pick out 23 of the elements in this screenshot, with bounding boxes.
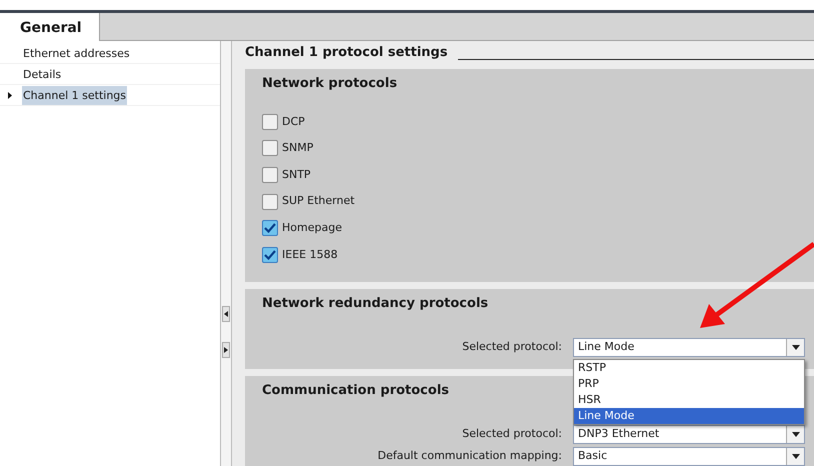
dropdown[interactable]: DNP3 Ethernet [573,425,805,444]
checkbox-label: SNTP [282,166,311,183]
checkbox-label: Homepage [282,220,342,236]
sidebar-item[interactable]: Details [22,64,62,84]
field-label: Selected protocol: [461,339,563,356]
checkbox-label: SUP Ethernet [282,193,355,210]
field-label: Default communication mapping: [376,448,563,464]
section-title: Channel 1 protocol settings [245,44,448,62]
group-title: Communication protocols [262,382,450,400]
checkbox-label: IEEE 1588 [282,246,338,263]
dropdown-option[interactable]: PRP [574,376,804,392]
checkbox-label: SNMP [282,140,314,156]
sidebar-item[interactable]: Ethernet addresses [22,44,131,62]
field-label: Selected protocol: [461,426,563,442]
dropdown-option[interactable]: Line Mode [574,408,804,424]
tab[interactable]: General [0,13,100,41]
dropdown-option[interactable]: HSR [574,392,804,408]
checkbox-label: DCP [282,114,305,130]
sidebar-item[interactable]: Channel 1 settings [22,86,128,104]
group-title: Network protocols [262,74,398,92]
dropdown[interactable]: Basic [573,447,805,466]
group-title: Network redundancy protocols [262,294,488,312]
dropdown-option[interactable]: RSTP [574,360,804,376]
